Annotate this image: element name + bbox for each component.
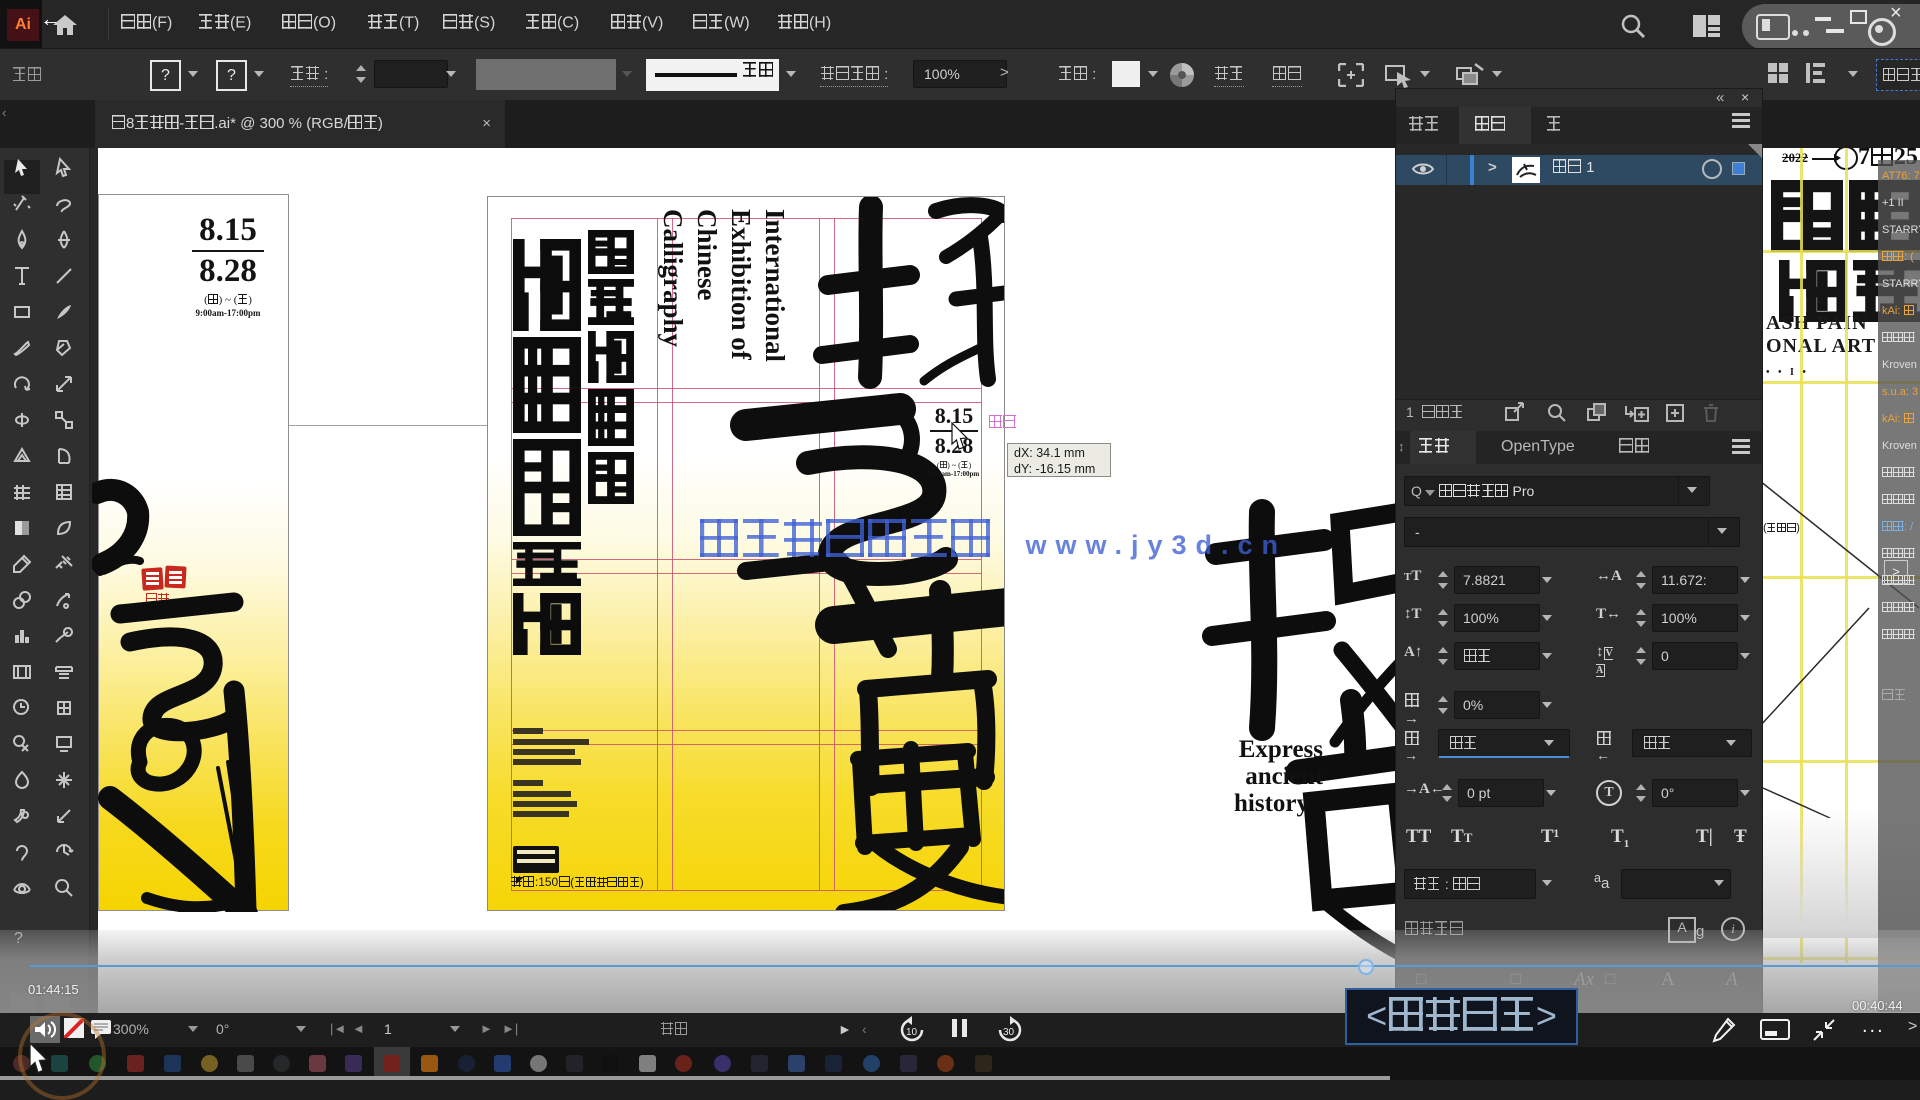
svg-text:10: 10 [906, 1027, 918, 1038]
svg-text:30: 30 [1003, 1027, 1015, 1038]
